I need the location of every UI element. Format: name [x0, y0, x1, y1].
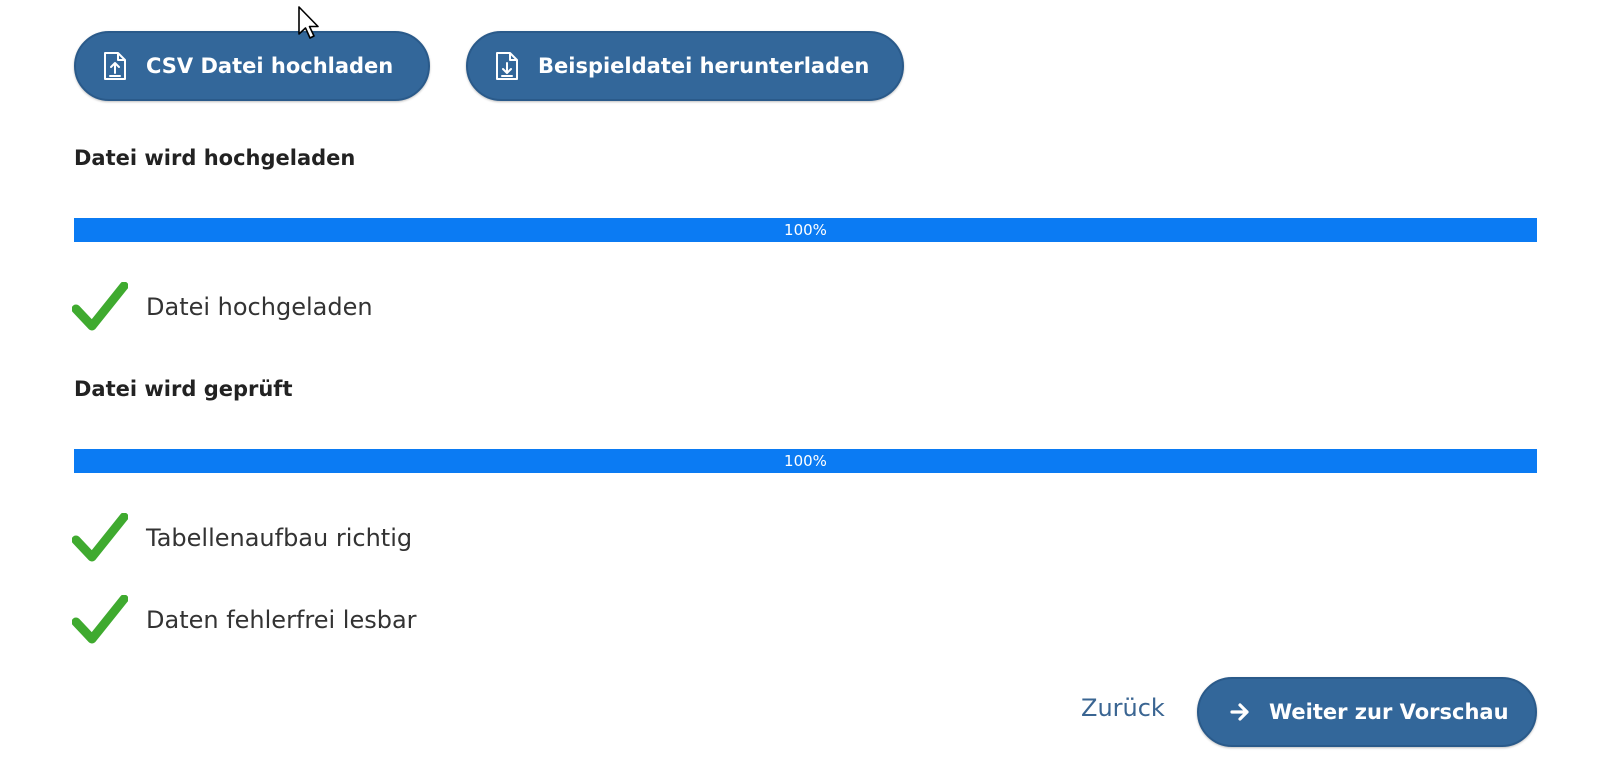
- check-progress-label: 100%: [784, 452, 827, 470]
- check-progress-bar: 100%: [74, 449, 1537, 473]
- upload-result-text: Datei hochgeladen: [146, 293, 373, 321]
- checkmark-icon: [72, 513, 128, 563]
- arrow-right-icon: [1229, 701, 1251, 723]
- check-result-text: Tabellenaufbau richtig: [146, 524, 413, 552]
- upload-section-heading: Datei wird hochgeladen: [74, 146, 356, 170]
- upload-result-row: Datei hochgeladen: [72, 282, 373, 332]
- upload-progress-label: 100%: [784, 221, 827, 239]
- sample-download-button[interactable]: Beispieldatei herunterladen: [466, 31, 904, 101]
- csv-upload-button[interactable]: CSV Datei hochladen: [74, 31, 430, 101]
- download-file-icon: [494, 51, 520, 81]
- checkmark-icon: [72, 282, 128, 332]
- upload-progress-bar: 100%: [74, 218, 1537, 242]
- upload-progress-fill: 100%: [74, 218, 1537, 242]
- check-result-row: Tabellenaufbau richtig: [72, 513, 412, 563]
- check-section-heading: Datei wird geprüft: [74, 377, 293, 401]
- check-result-row: Daten fehlerfrei lesbar: [72, 595, 417, 645]
- upload-file-icon: [102, 51, 128, 81]
- check-result-text: Daten fehlerfrei lesbar: [146, 606, 417, 634]
- mouse-cursor-icon: [297, 5, 321, 41]
- sample-download-label: Beispieldatei herunterladen: [538, 54, 870, 78]
- csv-upload-label: CSV Datei hochladen: [146, 54, 394, 78]
- checkmark-icon: [72, 595, 128, 645]
- file-actions: CSV Datei hochladen Beispieldatei herunt…: [74, 31, 904, 101]
- next-preview-label: Weiter zur Vorschau: [1269, 700, 1509, 724]
- next-preview-button[interactable]: Weiter zur Vorschau: [1197, 677, 1537, 747]
- back-link[interactable]: Zurück: [1081, 694, 1165, 722]
- csv-import-page: CSV Datei hochladen Beispieldatei herunt…: [0, 0, 1600, 779]
- check-progress-fill: 100%: [74, 449, 1537, 473]
